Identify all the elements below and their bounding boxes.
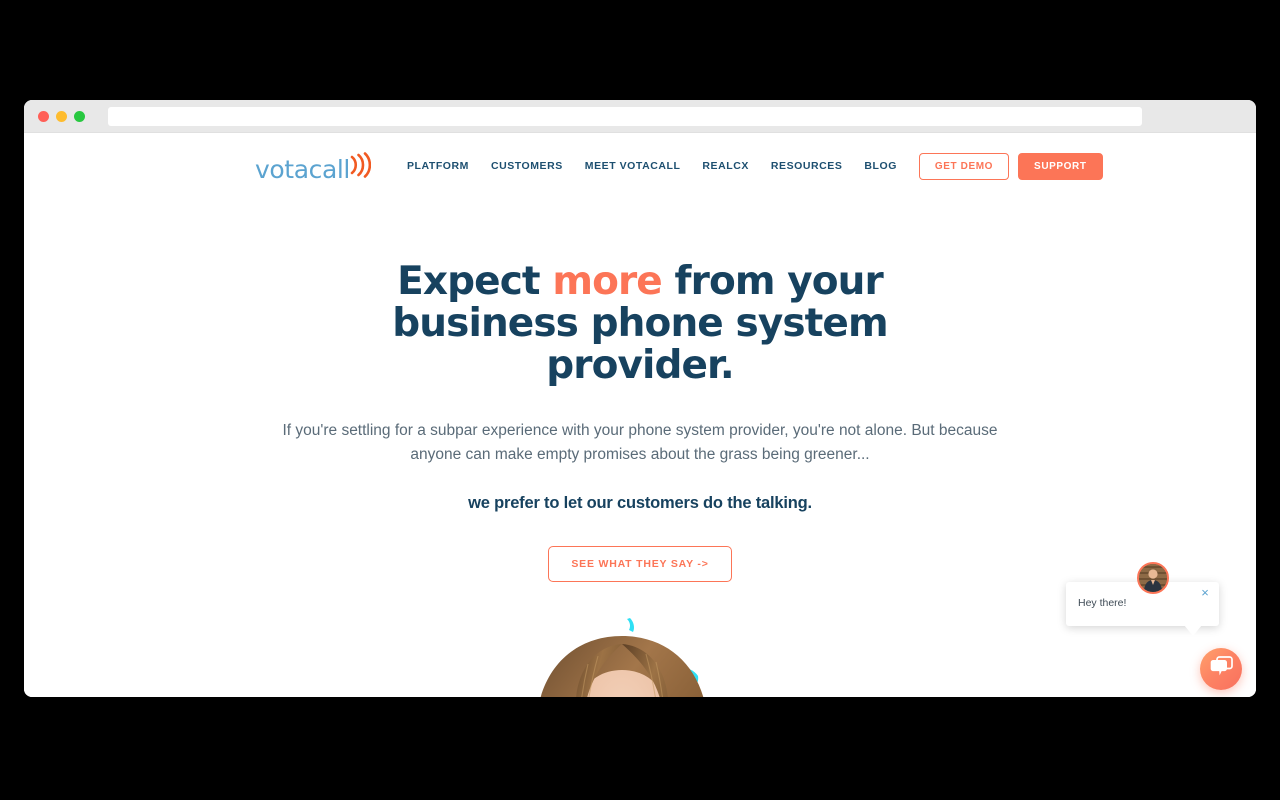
hero-subtext: If you're settling for a subpar experien…	[282, 422, 998, 463]
webpage-content: votacall PLATFORM CUSTOMERS MEET VOTACAL…	[24, 133, 1256, 697]
hero-headline-part1: Expect	[397, 259, 553, 304]
chat-bubbles-icon	[1210, 656, 1233, 682]
chat-widget: Hey there! ×	[1066, 555, 1242, 690]
avatar	[1137, 562, 1169, 594]
nav-item-realcx[interactable]: REALCX	[702, 160, 748, 172]
nav-item-customers[interactable]: CUSTOMERS	[491, 160, 563, 172]
woman-portrait	[540, 636, 704, 697]
minimize-window-button[interactable]	[56, 110, 67, 122]
chat-launcher-button[interactable]	[1200, 648, 1242, 690]
site-logo[interactable]: votacall	[255, 151, 372, 184]
support-button[interactable]: SUPPORT	[1018, 152, 1103, 180]
nav-item-meet-votacall[interactable]: MEET VOTACALL	[585, 160, 681, 172]
header-inner: votacall PLATFORM CUSTOMERS MEET VOTACAL…	[255, 151, 1103, 184]
close-window-button[interactable]	[38, 110, 49, 122]
browser-window: votacall PLATFORM CUSTOMERS MEET VOTACAL…	[24, 100, 1256, 697]
url-input[interactable]	[108, 106, 1142, 126]
nav-item-resources[interactable]: RESOURCES	[771, 160, 842, 172]
see-what-they-say-button[interactable]: SEE WHAT THEY SAY ->	[548, 546, 732, 583]
hero-headline-accent: more	[552, 259, 662, 304]
maximize-window-button[interactable]	[74, 110, 85, 122]
window-controls	[38, 110, 85, 122]
hero-headline: Expect more from your business phone sys…	[300, 259, 980, 387]
close-icon[interactable]: ×	[1198, 586, 1212, 600]
browser-chrome	[24, 100, 1256, 133]
get-demo-button[interactable]: GET DEMO	[918, 152, 1010, 180]
header-actions: GET DEMO SUPPORT	[918, 152, 1103, 180]
hero-bold-line: we prefer to let our customers do the ta…	[468, 494, 812, 513]
main-navigation: PLATFORM CUSTOMERS MEET VOTACALL REALCX …	[407, 160, 897, 172]
chat-greeting-text: Hey there!	[1078, 597, 1127, 609]
hero-image-graphic	[330, 614, 950, 697]
nav-item-platform[interactable]: PLATFORM	[407, 160, 469, 172]
logo-text: votacall	[255, 154, 350, 184]
nav-item-blog[interactable]: BLOG	[864, 160, 897, 172]
sound-waves-icon	[349, 151, 372, 184]
screenshot-stage: votacall PLATFORM CUSTOMERS MEET VOTACAL…	[0, 0, 1280, 800]
site-header: votacall PLATFORM CUSTOMERS MEET VOTACAL…	[24, 133, 1256, 193]
